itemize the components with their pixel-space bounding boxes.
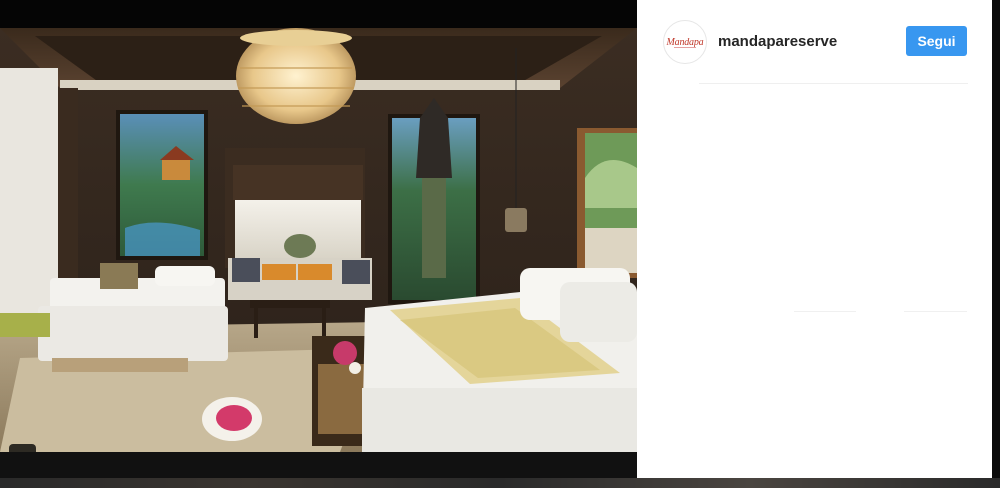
header-divider	[699, 83, 968, 84]
post-photo[interactable]	[0, 28, 637, 452]
bedroom-photo	[0, 28, 637, 452]
follow-button[interactable]: Segui	[906, 26, 967, 56]
post-side-panel: Mandapa mandapareserve Segui	[637, 0, 992, 478]
avatar-logo-text: Mandapa	[666, 36, 704, 48]
user-tag-button[interactable]	[9, 444, 36, 452]
username-link[interactable]: mandapareserve	[718, 33, 837, 50]
avatar[interactable]: Mandapa	[663, 20, 707, 64]
post-header: Mandapa mandapareserve Segui	[637, 0, 992, 84]
comment-placeholder-line	[794, 311, 856, 312]
comment-placeholder-line	[904, 311, 967, 312]
